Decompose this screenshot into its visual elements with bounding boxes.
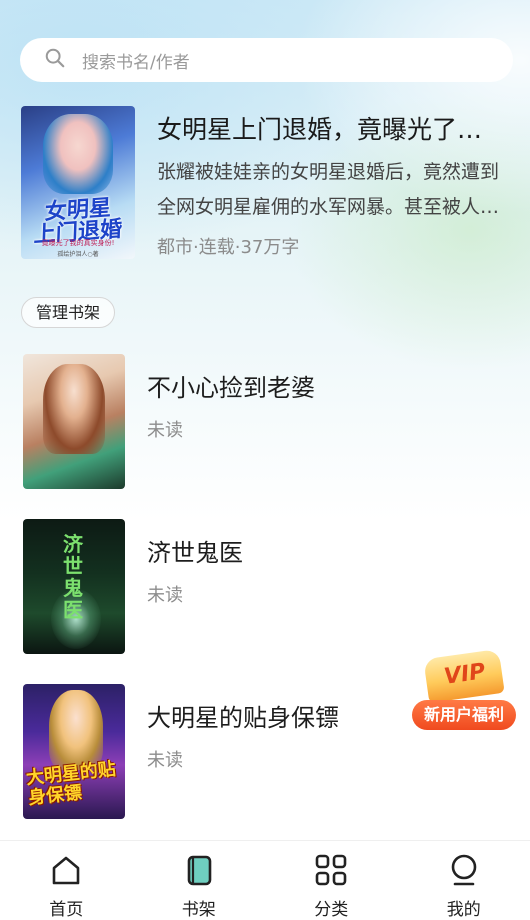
nav-item-category[interactable]: 分类 bbox=[265, 841, 398, 920]
category-icon bbox=[315, 854, 347, 886]
book-read-status: 未读 bbox=[147, 750, 183, 771]
nav-item-bookshelf[interactable]: 书架 bbox=[133, 841, 266, 920]
nav-item-home[interactable]: 首页 bbox=[0, 841, 133, 920]
book-cover bbox=[23, 354, 125, 489]
home-icon bbox=[52, 856, 80, 885]
book-title: 不小心捡到老婆 bbox=[147, 374, 315, 402]
book-title: 大明星的贴身保镖 bbox=[147, 704, 339, 732]
search-bar[interactable]: 搜索书名/作者 bbox=[20, 38, 513, 82]
cover-author: 孤绘护泪人○著 bbox=[57, 251, 99, 258]
book-title: 济世鬼医 bbox=[147, 539, 243, 567]
search-icon bbox=[44, 47, 66, 73]
nav-label: 书架 bbox=[181, 900, 216, 920]
featured-book-cover[interactable]: 女明星 上门退婚 竟曝光了我的真实身份! 孤绘护泪人○著 bbox=[21, 106, 135, 259]
nav-label: 我的 bbox=[446, 900, 481, 920]
featured-book-title[interactable]: 女明星上门退婚，竟曝光了我的真实身份！ bbox=[157, 110, 507, 146]
new-user-vip-badge[interactable]: VIP 新用户福利 bbox=[412, 648, 516, 732]
cover-text: 大明星的贴身保镖 bbox=[25, 758, 117, 809]
featured-book-description: 张耀被娃娃亲的女明星退婚后，竟然遭到全网女明星雇佣的水军网暴。甚至被人肉搜索…… bbox=[157, 161, 500, 218]
book-cover: 大明星的贴身保镖 bbox=[23, 684, 125, 819]
cover-text: 济世鬼医 bbox=[63, 532, 83, 622]
list-item[interactable]: 济世鬼医 济世鬼医 未读 bbox=[23, 519, 513, 654]
cover-illustration bbox=[43, 114, 113, 194]
promo-text: 新用户福利 bbox=[412, 700, 516, 730]
nav-label: 分类 bbox=[314, 900, 349, 920]
featured-book-meta: 都市·连载·37万字 bbox=[157, 237, 300, 258]
search-placeholder: 搜索书名/作者 bbox=[82, 52, 190, 73]
nav-label: 首页 bbox=[49, 900, 84, 920]
book-read-status: 未读 bbox=[147, 420, 183, 441]
book-cover: 济世鬼医 bbox=[23, 519, 125, 654]
list-item[interactable]: 不小心捡到老婆 未读 bbox=[23, 354, 513, 489]
bottom-nav: 首页 书架 分类 我的 bbox=[0, 840, 530, 920]
bookshelf-icon bbox=[187, 855, 212, 886]
nav-item-profile[interactable]: 我的 bbox=[398, 841, 530, 920]
cover-subtitle: 竟曝光了我的真实身份! bbox=[41, 239, 115, 247]
book-read-status: 未读 bbox=[147, 585, 183, 606]
profile-icon bbox=[451, 854, 477, 886]
manage-shelf-button[interactable]: 管理书架 bbox=[21, 297, 116, 328]
